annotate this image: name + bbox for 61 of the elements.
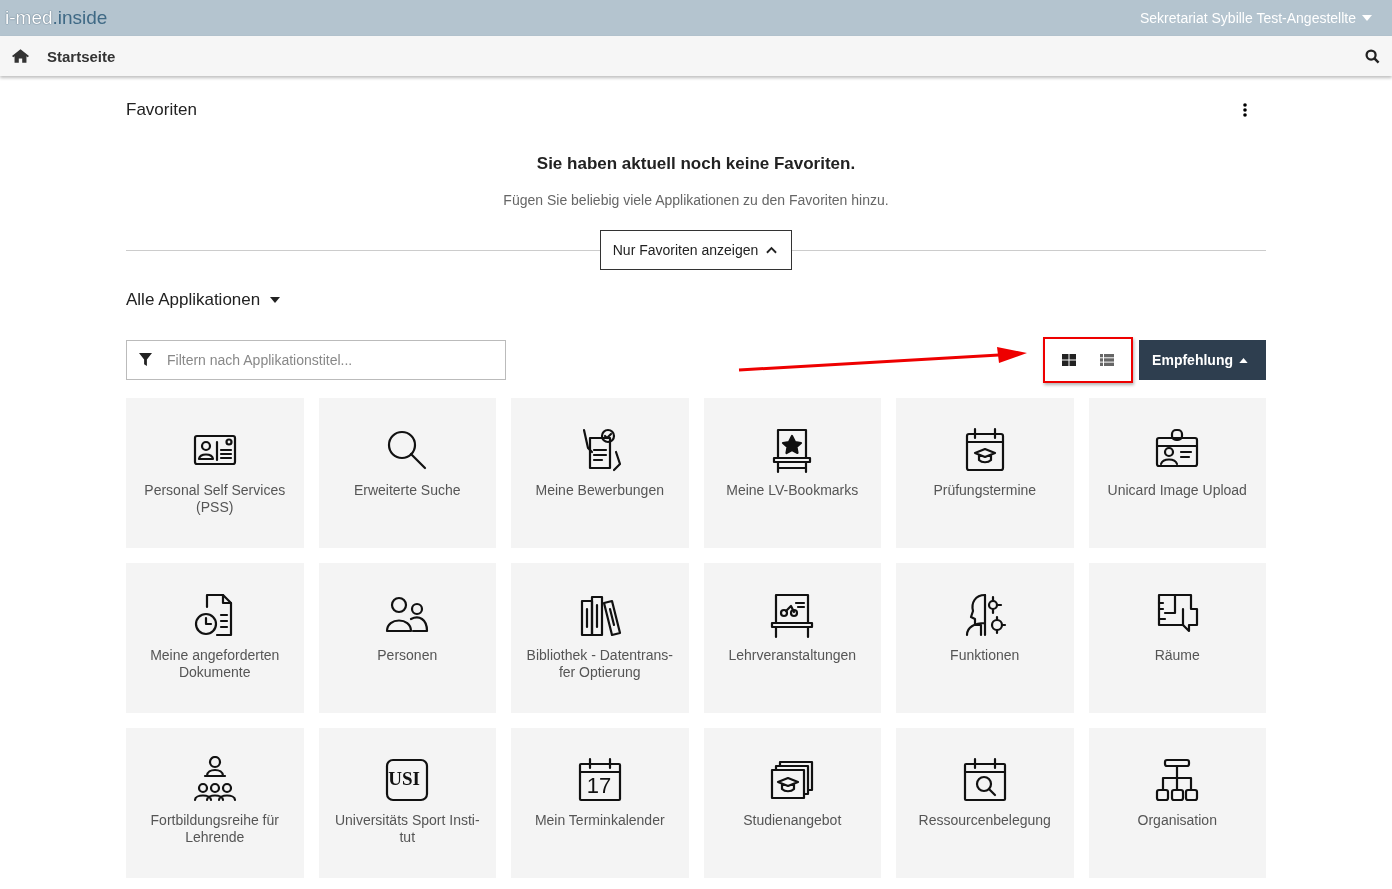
app-tile[interactable]: 17 Mein Terminkalender bbox=[511, 728, 689, 878]
sort-button[interactable]: Empfehlung bbox=[1139, 340, 1266, 380]
icon-label: USI bbox=[388, 768, 420, 790]
tile-label: Räume bbox=[1154, 647, 1200, 664]
tile-label: tut bbox=[399, 829, 416, 846]
icon-label: 17 bbox=[586, 773, 612, 799]
filter-icon bbox=[139, 353, 152, 366]
list-icon bbox=[1100, 354, 1115, 366]
app-tile[interactable]: Meine Bewerbungen bbox=[511, 398, 689, 548]
more-options-icon[interactable] bbox=[1243, 103, 1247, 117]
tile-label: Dokumente bbox=[178, 664, 251, 681]
tile-label: Universitäts Sport Insti- bbox=[334, 812, 480, 829]
app-tile[interactable]: Erweiterte Suche bbox=[318, 398, 496, 548]
page-title[interactable]: Startseite bbox=[47, 47, 1365, 65]
tile-label: Personal Self Services bbox=[144, 482, 286, 499]
caret-up-icon bbox=[1239, 357, 1248, 363]
tile-label: Funktionen bbox=[950, 647, 1020, 664]
app-tile[interactable]: Unicard Image Upload bbox=[1088, 398, 1266, 548]
empty-state-title: Sie haben aktuell noch keine Favoriten. bbox=[535, 154, 857, 174]
caret-icon bbox=[270, 297, 281, 303]
caret-icon bbox=[1362, 15, 1372, 21]
tile-label: fer Optierung bbox=[558, 664, 641, 681]
tile-label: Lehrveranstaltungen bbox=[728, 647, 857, 664]
tile-label: Ressourcenbelegung bbox=[918, 812, 1051, 829]
app-tile[interactable]: USI Universitäts Sport Insti- tut bbox=[318, 728, 496, 878]
tile-label: (PSS) bbox=[196, 499, 234, 516]
app-tile[interactable]: Fortbildungsreihe für Lehrende bbox=[126, 728, 304, 878]
app-tile[interactable]: Personen bbox=[318, 563, 496, 713]
tile-label: Unicard Image Upload bbox=[1107, 482, 1247, 499]
filter-field[interactable]: Filtern nach Applikationstitel... bbox=[126, 340, 506, 380]
app-tile[interactable]: Ressourcenbelegung bbox=[896, 728, 1074, 878]
tile-label: Meine angeforderten bbox=[150, 647, 280, 664]
app-tile[interactable]: Bibliothek - Datentrans- fer Optierung bbox=[511, 563, 689, 713]
tile-label: Organisation bbox=[1137, 812, 1217, 829]
tile-label: Studienangebot bbox=[743, 812, 842, 829]
section-title: Favoriten bbox=[126, 100, 197, 120]
tile-label: Prüfungstermine bbox=[933, 482, 1037, 499]
chevron-up-icon bbox=[766, 246, 778, 254]
tile-label: Bibliothek - Datentrans- bbox=[526, 647, 673, 664]
grid-icon bbox=[1062, 354, 1077, 366]
app-tile[interactable]: Studienangebot bbox=[703, 728, 881, 878]
home-icon[interactable] bbox=[12, 49, 29, 63]
search-icon[interactable] bbox=[1365, 48, 1380, 64]
app-tile[interactable]: Personal Self Services (PSS) bbox=[126, 398, 304, 548]
tile-label: Meine Bewerbungen bbox=[535, 482, 664, 499]
app-tile[interactable]: Lehrveranstaltungen bbox=[703, 563, 881, 713]
show-favorites-button[interactable]: Nur Favoriten anzeigen bbox=[599, 230, 793, 270]
tile-label: Mein Terminkalender bbox=[534, 812, 665, 829]
empty-state-text: Fügen Sie beliebig viele Applikationen zu den Favoriten hinzu. bbox=[502, 192, 890, 208]
app-tile[interactable]: Prüfungstermine bbox=[896, 398, 1074, 548]
applications-dropdown[interactable]: Alle Applikationen bbox=[126, 290, 281, 310]
app-tile[interactable]: Meine angeforderten Dokumente bbox=[126, 563, 304, 713]
tile-label: Personen bbox=[377, 647, 438, 664]
tile-label: Lehrende bbox=[185, 829, 245, 846]
tile-label: Fortbildungsreihe für bbox=[150, 812, 279, 829]
app-tile[interactable]: Meine LV-Bookmarks bbox=[703, 398, 881, 548]
app-tile[interactable]: Funktionen bbox=[896, 563, 1074, 713]
app-tile[interactable]: Organisation bbox=[1088, 728, 1266, 878]
tile-label: Meine LV-Bookmarks bbox=[726, 482, 859, 499]
tile-label: Erweiterte Suche bbox=[353, 482, 461, 499]
app-tile[interactable]: Räume bbox=[1088, 563, 1266, 713]
